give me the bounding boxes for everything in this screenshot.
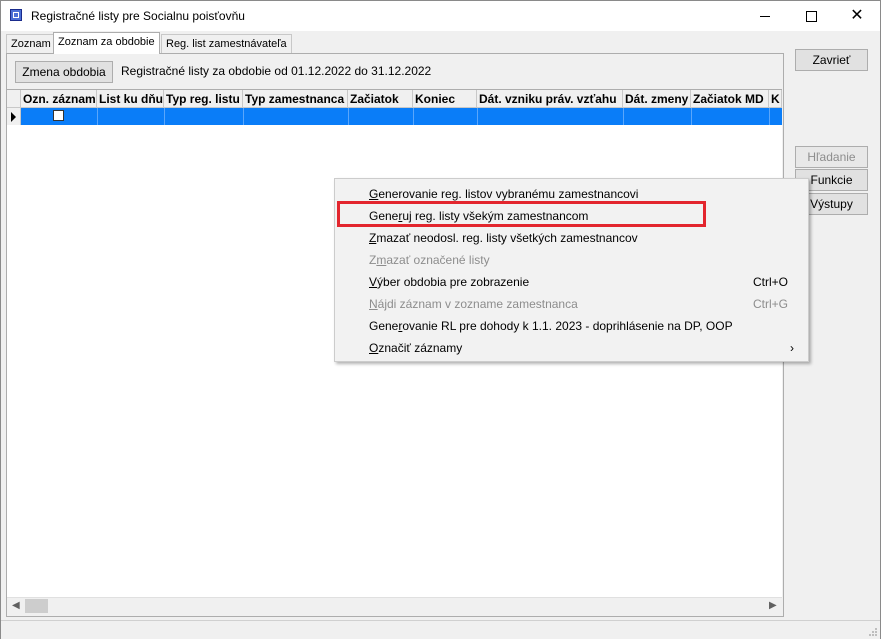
shortcut-label: Ctrl+O [753, 275, 789, 289]
shortcut-label: Ctrl+G [753, 297, 789, 311]
context-menu-item-8[interactable]: Označiť záznamy › [335, 337, 808, 359]
title-bar[interactable]: Registračné listy pre Socialnu poisťovňu… [1, 1, 880, 31]
context-menu-item-label: Zmazať neodosl. reg. listy všetkých zame… [369, 231, 638, 245]
column-header-dat-vzniku[interactable]: Dát. vzniku práv. vzťahu [477, 90, 623, 108]
context-menu-item-4[interactable]: Zmazať označené listy [335, 249, 808, 271]
scrollbar-thumb[interactable] [25, 599, 48, 613]
chevron-right-icon: › [790, 341, 794, 355]
horizontal-scrollbar[interactable]: ◀ ▶ [7, 597, 782, 615]
close-window-button[interactable]: ✕ [834, 1, 880, 31]
context-menu-item-label: Výber obdobia pre zobrazenie [369, 275, 530, 289]
minimize-button[interactable] [742, 1, 788, 31]
arrow-left-icon[interactable]: ◀ [12, 600, 20, 611]
column-header-zaciatok-md[interactable]: Začiatok MD [691, 90, 769, 108]
app-icon[interactable] [10, 9, 22, 21]
column-header-typ-reg-listu[interactable]: Typ reg. listu [164, 90, 243, 108]
close-button[interactable]: Zavrieť [795, 49, 868, 71]
change-period-button[interactable]: Zmena obdobia [15, 61, 113, 83]
table-row[interactable] [21, 108, 782, 125]
tab-zoznam[interactable]: Zoznam [6, 34, 56, 53]
period-label: Registračné listy za obdobie od 01.12.20… [121, 64, 432, 78]
highlight-annotation [337, 201, 706, 227]
context-menu-item-label: Zmazať označené listy [369, 253, 490, 267]
tab-zoznam-za-obdobie[interactable]: Zoznam za obdobie [53, 32, 160, 54]
column-header-typ-zamestnanca[interactable]: Typ zamestnanca [243, 90, 348, 108]
column-header-list-ku-dnu[interactable]: List ku dňu [97, 90, 164, 108]
arrow-right-icon[interactable]: ▶ [769, 600, 777, 611]
context-menu-item-7[interactable]: Generovanie RL pre dohody k 1.1. 2023 - … [335, 315, 808, 337]
context-menu-item-5[interactable]: Výber obdobia pre zobrazenie Ctrl+O [335, 271, 808, 293]
column-header-koniec[interactable]: Koniec [413, 90, 477, 108]
search-button[interactable]: Hľadanie [795, 146, 868, 168]
mark-record-checkbox[interactable] [53, 110, 64, 121]
column-header-k[interactable]: K [769, 90, 782, 108]
context-menu-item-label: Nájdi záznam v zozname zamestnanca [369, 297, 578, 311]
status-bar [1, 620, 880, 639]
column-header-dat-zmeny[interactable]: Dát. zmeny [623, 90, 691, 108]
context-menu-item-6[interactable]: Nájdi záznam v zozname zamestnanca Ctrl+G [335, 293, 808, 315]
current-row-indicator [7, 108, 21, 125]
context-menu-item-label: Generovanie RL pre dohody k 1.1. 2023 - … [369, 319, 733, 333]
resize-grip-icon[interactable] [868, 627, 878, 637]
context-menu-item-label: Označiť záznamy [369, 341, 463, 355]
column-header-ozn-zaznam[interactable]: Ozn. záznam [21, 90, 97, 108]
window-title: Registračné listy pre Socialnu poisťovňu [31, 9, 245, 23]
tab-reg-list-zamestnavatela[interactable]: Reg. list zamestnávateľa [161, 34, 292, 53]
context-menu-item-3[interactable]: Zmazať neodosl. reg. listy všetkých zame… [335, 227, 808, 249]
grid-corner-header [7, 90, 21, 108]
maximize-button[interactable] [788, 1, 834, 31]
column-header-zaciatok[interactable]: Začiatok [348, 90, 413, 108]
